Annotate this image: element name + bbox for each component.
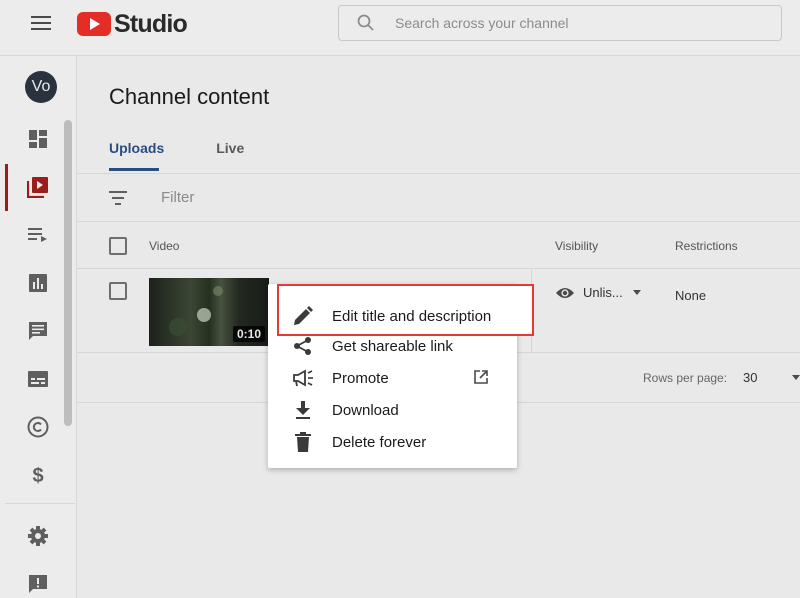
sidebar-item-copyright[interactable] (0, 403, 76, 451)
rows-per-page-select[interactable]: 30 (743, 370, 757, 385)
sidebar-item-dashboard[interactable] (0, 115, 76, 163)
sidebar-item-comments[interactable] (0, 307, 76, 355)
menu-item-label: Delete forever (332, 434, 427, 451)
search-input[interactable] (395, 15, 755, 31)
sidebar-item-subtitles[interactable] (0, 355, 76, 403)
tab-uploads[interactable]: Uploads (109, 140, 164, 171)
menu-item-label: Edit title and description (332, 308, 492, 325)
filter-bar[interactable]: Filter (77, 174, 800, 222)
select-all-checkbox[interactable] (109, 237, 127, 255)
menu-item-label: Promote (332, 370, 389, 387)
menu-item-row[interactable]: Edit title and description (268, 300, 517, 332)
sidebar-divider (5, 503, 75, 504)
open-in-new-icon (474, 370, 488, 389)
search-box[interactable] (338, 5, 782, 41)
menu-item-label: Get shareable link (332, 338, 453, 355)
download-icon (292, 400, 314, 420)
playlist-icon (28, 228, 47, 242)
eye-icon (556, 287, 574, 298)
gear-icon (28, 526, 48, 546)
feedback-icon (29, 575, 47, 593)
logo-text: Studio (114, 9, 188, 38)
video-duration: 0:10 (232, 326, 265, 342)
sidebar-item-earn[interactable]: $ (0, 451, 76, 499)
rows-per-page-label: Rows per page: (643, 371, 728, 385)
row-checkbox[interactable] (109, 282, 127, 300)
chevron-down-icon (632, 290, 641, 295)
trash-icon (292, 432, 314, 452)
copyright-icon (27, 416, 49, 438)
share-icon (292, 336, 314, 356)
menu-item-label: Download (332, 402, 399, 419)
menu-item-download[interactable]: Download (268, 394, 517, 426)
search-icon (357, 14, 374, 31)
dollar-icon: $ (32, 465, 43, 486)
sidebar-item-content[interactable] (0, 163, 76, 211)
pencil-icon (292, 306, 314, 326)
analytics-icon (29, 274, 47, 292)
sidebar-item-playlists[interactable] (0, 211, 76, 259)
tab-live[interactable]: Live (216, 140, 244, 171)
column-header-restrictions[interactable]: Restrictions (675, 239, 738, 253)
sidebar-item-settings[interactable] (0, 512, 76, 560)
visibility-dropdown[interactable]: Unlis... (555, 285, 641, 300)
subtitles-icon (28, 371, 48, 387)
top-bar: Studio (0, 0, 800, 56)
table-header: Video Visibility Restrictions (77, 222, 800, 269)
filter-input[interactable]: Filter (161, 189, 194, 206)
filter-icon[interactable] (109, 191, 127, 205)
menu-item-edit-title-and-description[interactable]: Edit title and description (277, 284, 534, 336)
column-header-video: Video (149, 239, 180, 253)
sidebar-item-analytics[interactable] (0, 259, 76, 307)
visibility-value: Unlis... (583, 285, 623, 300)
studio-logo[interactable]: Studio (77, 9, 188, 38)
comments-icon (29, 322, 47, 340)
youtube-logo-icon (77, 12, 111, 36)
sidebar-item-feedback[interactable] (0, 560, 76, 598)
content-tabs: Uploads Live (109, 140, 296, 171)
video-library-icon (27, 177, 48, 198)
restrictions-value: None (675, 288, 707, 303)
dashboard-icon (29, 130, 47, 148)
megaphone-icon (292, 368, 314, 388)
column-header-visibility[interactable]: Visibility (555, 239, 598, 253)
avatar[interactable]: Vo (25, 71, 57, 103)
menu-icon[interactable] (31, 16, 51, 30)
chevron-down-icon[interactable] (792, 375, 800, 380)
menu-item-promote[interactable]: Promote (268, 362, 517, 394)
menu-item-delete-forever[interactable]: Delete forever (268, 426, 517, 458)
page-title: Channel content (109, 84, 270, 109)
svg-text:$: $ (32, 465, 43, 486)
video-thumbnail[interactable]: 0:10 (149, 278, 269, 346)
sidebar: Vo $ (0, 56, 77, 598)
